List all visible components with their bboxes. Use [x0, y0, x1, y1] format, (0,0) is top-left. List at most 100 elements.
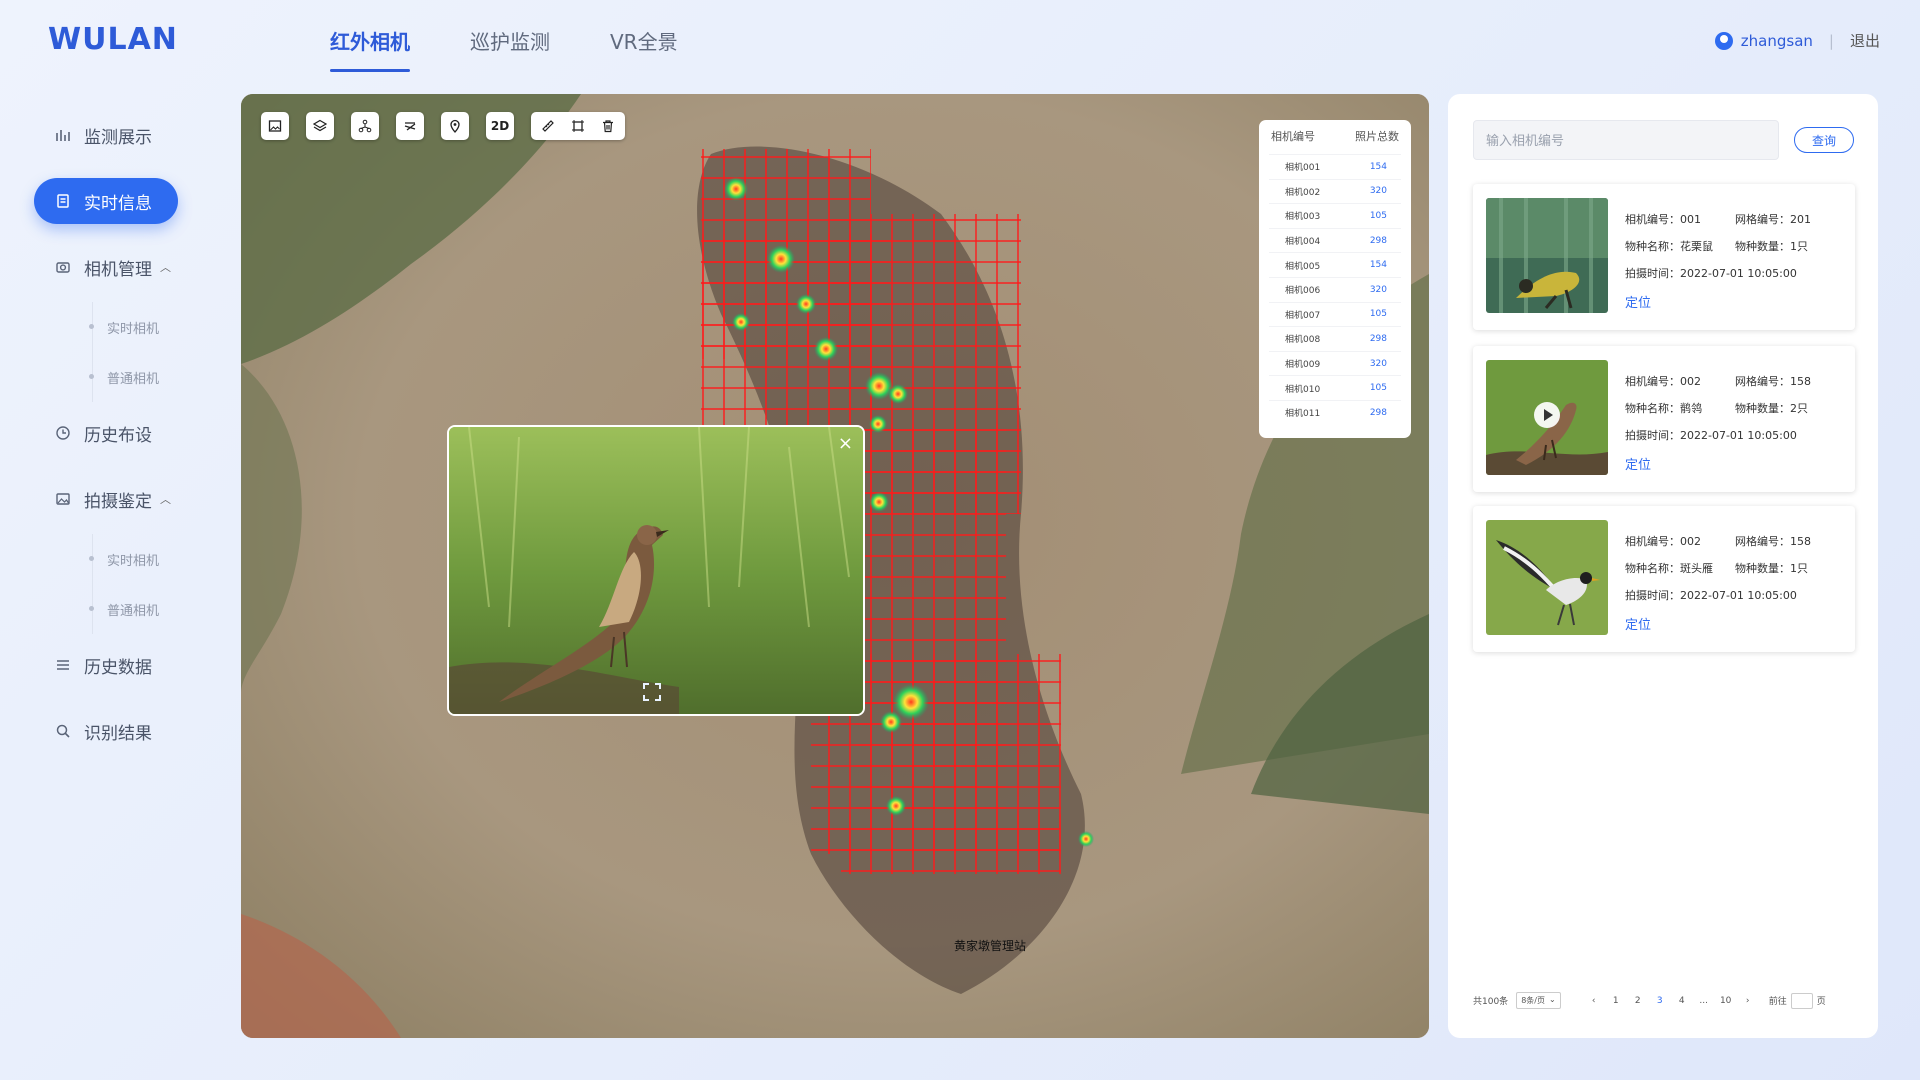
- tab-patrol-monitoring[interactable]: 巡护监测: [440, 0, 580, 80]
- crop-icon[interactable]: [565, 112, 591, 140]
- table-row[interactable]: 相机006 320: [1269, 276, 1401, 302]
- sidebar-item-identification[interactable]: 拍摄鉴定 ︿: [34, 476, 178, 522]
- identification-submenu: 实时相机 普通相机: [89, 534, 210, 634]
- table-row[interactable]: 相机002 320: [1269, 178, 1401, 204]
- 2d-toggle[interactable]: 2D: [486, 112, 514, 140]
- tab-vr-panorama[interactable]: VR全景: [580, 0, 708, 80]
- page-ellipsis[interactable]: ...: [1693, 996, 1715, 1006]
- grid-number: 网格编号：158: [1735, 535, 1811, 548]
- page-number-current[interactable]: 3: [1649, 996, 1671, 1006]
- chevron-down-icon: ⌄: [1548, 995, 1556, 1004]
- photo-count: 298: [1369, 235, 1387, 246]
- image-icon[interactable]: [261, 112, 289, 140]
- goto-page-input[interactable]: [1790, 992, 1813, 1009]
- image-icon: [52, 488, 74, 510]
- submenu-normal-camera[interactable]: 普通相机: [89, 584, 210, 634]
- user-area: zhangsan | 退出: [1714, 30, 1880, 51]
- camera-management-submenu: 实时相机 普通相机: [89, 302, 210, 402]
- username[interactable]: zhangsan: [1741, 32, 1813, 50]
- satellite-map[interactable]: 2D 相机编号 照片总数 相机001 154 相机002 320 相机003 105 …: [241, 94, 1429, 1038]
- edit-tool-group: [531, 112, 625, 140]
- sidebar-item-label: 实时信息: [84, 193, 152, 214]
- capture-time: 拍摄时间：2022-07-01 10:05:00: [1625, 429, 1797, 442]
- clock-icon: [52, 422, 74, 444]
- sidebar-item-label: 历史数据: [84, 657, 152, 678]
- total-count: 共100条: [1473, 997, 1509, 1007]
- page-number[interactable]: 2: [1627, 996, 1649, 1006]
- stack-icon[interactable]: [396, 112, 424, 140]
- page-number[interactable]: 4: [1671, 996, 1693, 1006]
- capture-info: 相机编号：002 网格编号：158 物种名称：斑头雁 物种数量：1只 拍摄时间：20…: [1625, 528, 1811, 609]
- table-row[interactable]: 相机008 298: [1269, 326, 1401, 351]
- submenu-normal-camera[interactable]: 普通相机: [89, 352, 210, 402]
- page-unit-label: 页: [1816, 997, 1826, 1007]
- capture-thumbnail[interactable]: [1486, 360, 1608, 475]
- map-toolbar: 2D: [261, 112, 625, 140]
- table-row[interactable]: 相机009 320: [1269, 350, 1401, 376]
- page-size-select[interactable]: 8条/页 ⌄: [1516, 992, 1561, 1009]
- query-button[interactable]: 查询: [1794, 127, 1854, 153]
- sidebar-item-label: 识别结果: [84, 723, 152, 744]
- locate-link[interactable]: 定位: [1625, 614, 1651, 633]
- tab-infrared-camera[interactable]: 红外相机: [300, 0, 440, 80]
- capture-time: 拍摄时间：2022-07-01 10:05:00: [1625, 267, 1797, 280]
- camera-photo-table: 相机编号 照片总数 相机001 154 相机002 320 相机003 105 相机0…: [1259, 120, 1411, 438]
- station-label: 黄家墩管理站: [954, 939, 1027, 953]
- camera-id: 相机011: [1285, 409, 1321, 420]
- table-row[interactable]: 相机004 298: [1269, 227, 1401, 253]
- column-header-photo-total: 照片总数: [1355, 130, 1399, 143]
- table-row[interactable]: 相机007 105: [1269, 301, 1401, 327]
- camera-id: 相机004: [1285, 237, 1321, 248]
- species-quantity: 物种数量：1只: [1735, 562, 1808, 575]
- ruler-icon[interactable]: [535, 112, 561, 140]
- chevron-up-icon: ︿: [160, 261, 171, 274]
- bird-photo: [449, 427, 863, 714]
- sidebar-item-history-data[interactable]: 历史数据: [34, 642, 178, 688]
- sidebar-item-label: 历史布设: [84, 425, 152, 446]
- goto-page: 前往 页: [1769, 992, 1826, 1009]
- table-row[interactable]: 相机010 105: [1269, 375, 1401, 400]
- camera-number: 相机编号：001: [1625, 213, 1701, 226]
- table-row[interactable]: 相机003 105: [1269, 203, 1401, 228]
- close-icon[interactable]: ×: [838, 433, 853, 454]
- page-number[interactable]: 10: [1715, 996, 1737, 1006]
- sidebar-item-history-layout[interactable]: 历史布设: [34, 410, 178, 456]
- sidebar-item-camera-management[interactable]: 相机管理 ︿: [34, 244, 178, 290]
- document-icon: [52, 190, 74, 212]
- page-number[interactable]: 1: [1605, 996, 1627, 1006]
- submenu-realtime-camera[interactable]: 实时相机: [89, 534, 210, 584]
- photo-count: 320: [1369, 284, 1387, 295]
- page-size-value: 8条/页: [1521, 996, 1545, 1005]
- play-icon[interactable]: [1534, 402, 1560, 428]
- table-header: 相机编号 照片总数: [1269, 128, 1401, 154]
- capture-card[interactable]: 相机编号：002 网格编号：158 物种名称：斑头雁 物种数量：1只 拍摄时间：20…: [1473, 506, 1855, 652]
- photo-count: 320: [1369, 358, 1387, 369]
- submenu-realtime-camera[interactable]: 实时相机: [89, 302, 210, 352]
- locate-link[interactable]: 定位: [1625, 292, 1651, 311]
- camera-id: 相机007: [1285, 310, 1321, 321]
- locate-link[interactable]: 定位: [1625, 454, 1651, 473]
- fullscreen-icon[interactable]: [643, 683, 661, 701]
- camera-search-input[interactable]: [1473, 120, 1779, 160]
- capture-thumbnail[interactable]: [1486, 520, 1608, 635]
- table-row[interactable]: 相机011 298: [1269, 399, 1401, 425]
- grid-number: 网格编号：158: [1735, 375, 1811, 388]
- table-row[interactable]: 相机001 154: [1269, 154, 1401, 179]
- capture-time: 拍摄时间：2022-07-01 10:05:00: [1625, 589, 1797, 602]
- sidebar-item-monitoring[interactable]: 监测展示: [34, 112, 178, 158]
- prev-page-icon[interactable]: ‹: [1583, 996, 1605, 1006]
- sidebar-item-label: 监测展示: [84, 127, 152, 148]
- location-pin-icon[interactable]: [441, 112, 469, 140]
- capture-thumbnail[interactable]: [1486, 198, 1608, 313]
- sidebar-item-recognition[interactable]: 识别结果: [34, 708, 178, 754]
- photo-count: 105: [1369, 210, 1387, 221]
- network-icon[interactable]: [351, 112, 379, 140]
- trash-icon[interactable]: [595, 112, 621, 140]
- logout-link[interactable]: 退出: [1850, 30, 1880, 51]
- capture-card[interactable]: 相机编号：001 网格编号：201 物种名称：花栗鼠 物种数量：1只 拍摄时间：20…: [1473, 184, 1855, 330]
- table-row[interactable]: 相机005 154: [1269, 252, 1401, 277]
- layers-icon[interactable]: [306, 112, 334, 140]
- next-page-icon[interactable]: ›: [1737, 996, 1759, 1006]
- sidebar-item-realtime[interactable]: 实时信息: [34, 178, 178, 224]
- capture-card[interactable]: 相机编号：002 网格编号：158 物种名称：鹡鸰 物种数量：2只 拍摄时间：202…: [1473, 346, 1855, 492]
